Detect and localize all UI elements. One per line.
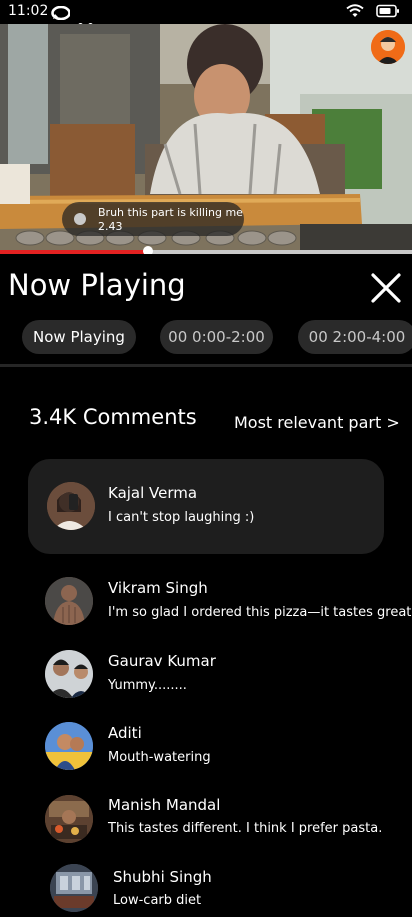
comment-author: Manish Mandal (108, 796, 221, 814)
overlay-comment-dot-icon (74, 213, 86, 225)
comment-author: Shubhi Singh (113, 868, 212, 886)
avatar-image (45, 577, 93, 625)
progress-handle[interactable] (143, 246, 154, 254)
comments-count: 3.4K Comments (29, 405, 197, 429)
overlay-comment-text: Bruh this part is killing me (98, 206, 243, 219)
avatar[interactable] (47, 482, 95, 530)
chip-segment-1[interactable]: 00 0:00-2:00 (160, 320, 273, 354)
avatar[interactable] (45, 650, 93, 698)
chip-row: Now Playing 00 0:00-2:00 00 2:00-4:00 (0, 320, 412, 356)
avatar-image (47, 482, 95, 530)
avatar[interactable] (45, 795, 93, 843)
comment-text: I can't stop laughing :) (108, 510, 255, 525)
video-player[interactable]: Bruh this part is killing me 2.43 (0, 24, 412, 254)
comment-text: I'm so glad I ordered this pizza—it tast… (108, 605, 412, 620)
avatar-image (45, 795, 93, 843)
progress-fill (0, 250, 149, 254)
message-icon (51, 6, 70, 20)
channel-avatar-icon (371, 30, 405, 64)
channel-avatar[interactable] (371, 30, 405, 64)
avatar-image (50, 864, 98, 912)
avatar-image (45, 722, 93, 770)
wifi-icon (346, 4, 364, 17)
comment-author: Vikram Singh (108, 579, 208, 597)
avatar-image (45, 650, 93, 698)
comment-author: Aditi (108, 724, 142, 742)
comment-author: Kajal Verma (108, 484, 198, 502)
divider (0, 364, 412, 367)
comment-text: Yummy........ (108, 678, 187, 693)
avatar[interactable] (45, 577, 93, 625)
comment-text: This tastes different. I think I prefer … (108, 821, 383, 836)
overlay-comment-timestamp: 2.43 (98, 220, 123, 233)
status-bar: 11:02 (0, 0, 412, 28)
chip-segment-2[interactable]: 00 2:00-4:00 (298, 320, 412, 354)
battery-icon (376, 4, 399, 18)
panel-title: Now Playing (8, 268, 186, 302)
avatar[interactable] (45, 722, 93, 770)
sort-relevant-button[interactable]: Most relevant part > (234, 413, 400, 432)
close-icon[interactable] (370, 272, 402, 304)
overlay-comment[interactable]: Bruh this part is killing me 2.43 (62, 202, 244, 236)
comment-text: Mouth-watering (108, 750, 211, 765)
avatar[interactable] (50, 864, 98, 912)
comment-text: Low-carb diet (113, 893, 202, 908)
chip-now-playing[interactable]: Now Playing (22, 320, 136, 354)
status-time: 11:02 (8, 3, 49, 19)
comment-author: Gaurav Kumar (108, 652, 216, 670)
